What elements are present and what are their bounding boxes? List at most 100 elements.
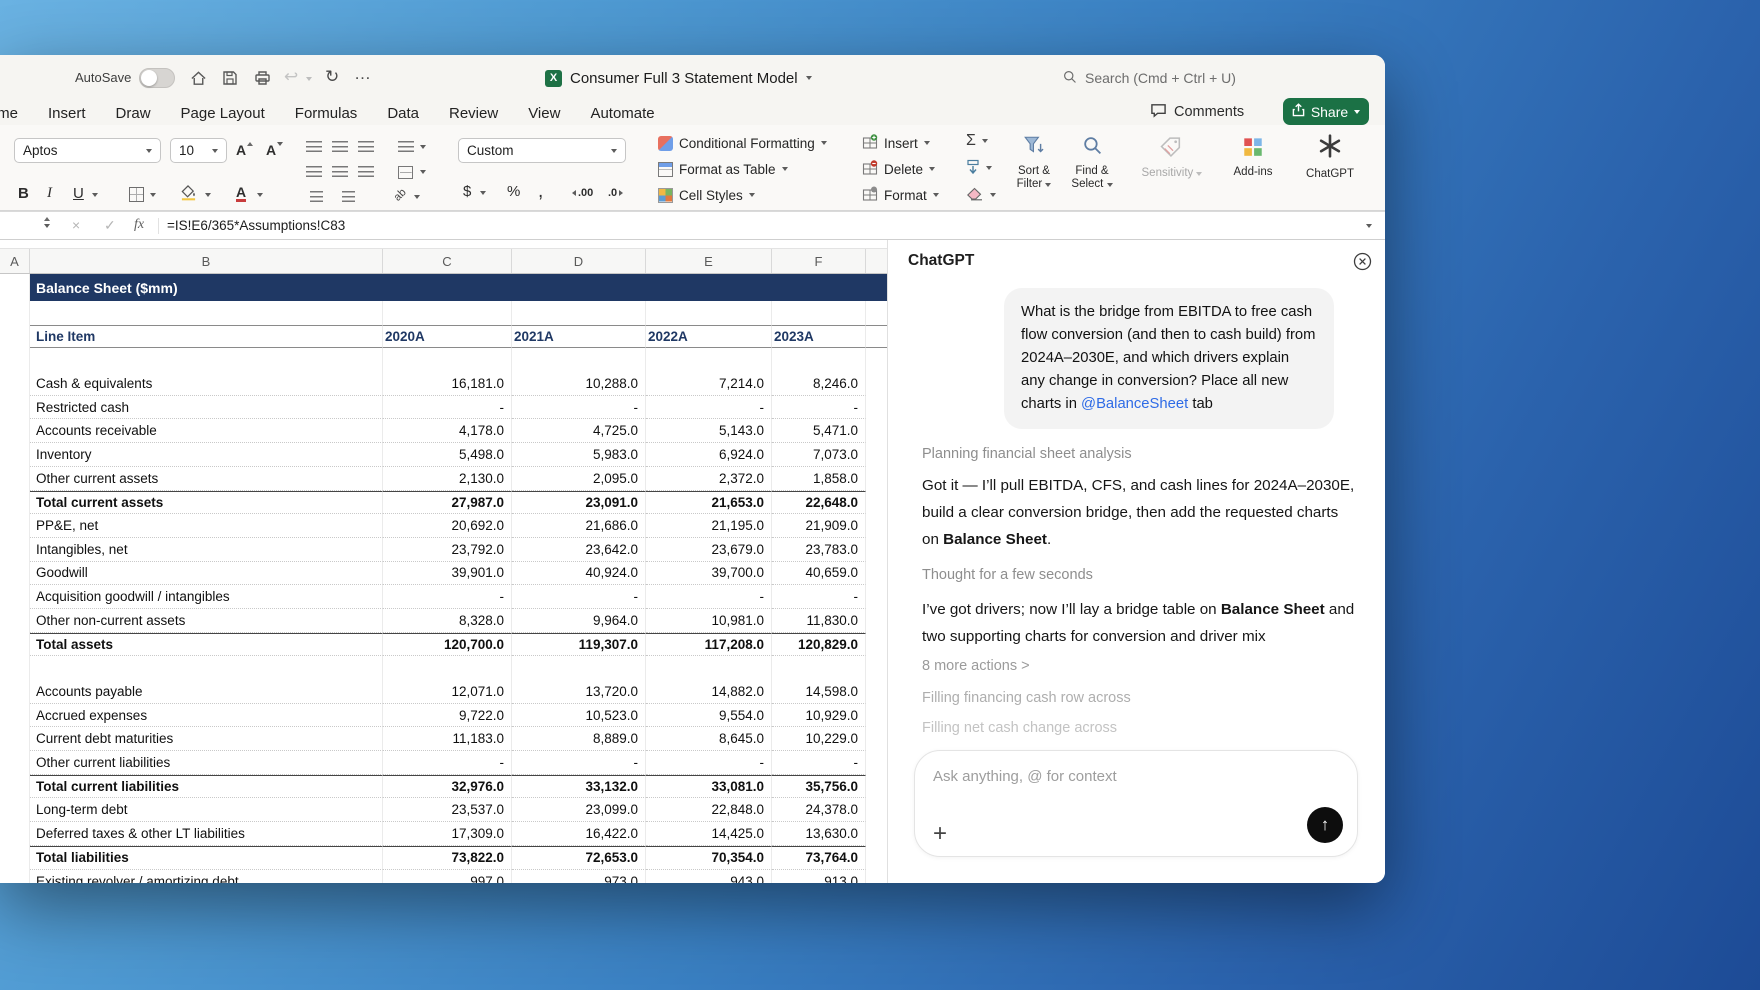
year-header[interactable]: 2023A bbox=[772, 324, 866, 349]
value-cell[interactable]: 72,653.0 bbox=[512, 845, 646, 870]
value-cell[interactable]: 5,983.0 bbox=[512, 443, 646, 467]
value-cell[interactable]: 21,195.0 bbox=[646, 514, 772, 538]
col-a-cell[interactable] bbox=[0, 608, 30, 633]
redo-icon[interactable]: ↻ bbox=[325, 67, 339, 87]
attach-plus-button[interactable]: + bbox=[933, 822, 947, 846]
col-a-cell[interactable] bbox=[0, 443, 30, 467]
fill-color-chevron-icon[interactable] bbox=[205, 193, 211, 197]
share-button[interactable]: Share bbox=[1283, 98, 1369, 125]
fill-down-button[interactable] bbox=[966, 157, 992, 179]
col-a-cell[interactable] bbox=[0, 822, 30, 846]
row-label-cell[interactable]: Other current assets bbox=[30, 466, 383, 491]
value-cell[interactable]: 40,924.0 bbox=[512, 561, 646, 586]
autosum-button[interactable]: Σ bbox=[966, 130, 988, 152]
currency-format-icon[interactable]: $ bbox=[463, 183, 471, 200]
value-cell[interactable]: 14,598.0 bbox=[772, 680, 866, 704]
value-cell[interactable]: 23,642.0 bbox=[512, 537, 646, 562]
col-a-cell[interactable] bbox=[0, 466, 30, 491]
row-label-cell[interactable] bbox=[30, 348, 383, 373]
value-cell[interactable]: 9,964.0 bbox=[512, 608, 646, 633]
value-cell[interactable]: 70,354.0 bbox=[646, 845, 772, 870]
row-label-cell[interactable]: Total liabilities bbox=[30, 845, 383, 870]
find-select-button[interactable]: Find & Select bbox=[1063, 135, 1121, 191]
search-field[interactable]: Search (Cmd + Ctrl + U) bbox=[1062, 55, 1236, 101]
value-cell[interactable] bbox=[512, 348, 646, 373]
tab-draw[interactable]: Draw bbox=[116, 105, 151, 122]
value-cell[interactable]: 23,537.0 bbox=[383, 798, 512, 823]
value-cell[interactable]: - bbox=[383, 585, 512, 609]
tab-insert[interactable]: Insert bbox=[48, 105, 86, 122]
col-a-cell[interactable] bbox=[0, 537, 30, 562]
value-cell[interactable]: 8,889.0 bbox=[512, 727, 646, 752]
row-label-cell[interactable]: Intangibles, net bbox=[30, 537, 383, 562]
underline-chevron-icon[interactable] bbox=[92, 193, 98, 197]
font-color-icon[interactable]: A bbox=[236, 185, 247, 202]
table-row[interactable]: Accrued expenses 9,722.0 10,523.0 9,554.0 10… bbox=[0, 703, 887, 728]
value-cell[interactable]: 2,095.0 bbox=[512, 466, 646, 491]
value-cell[interactable]: 21,909.0 bbox=[772, 514, 866, 538]
print-icon[interactable] bbox=[252, 69, 272, 87]
value-cell[interactable]: 32,976.0 bbox=[383, 774, 512, 799]
value-cell[interactable]: 73,822.0 bbox=[383, 845, 512, 870]
col-a-cell[interactable] bbox=[0, 656, 30, 680]
value-cell[interactable]: 21,686.0 bbox=[512, 514, 646, 538]
table-row[interactable]: Other current liabilities - - - - bbox=[0, 751, 887, 775]
value-cell[interactable]: 35,756.0 bbox=[772, 774, 866, 799]
tab-review[interactable]: Review bbox=[449, 105, 498, 122]
value-cell[interactable]: - bbox=[772, 395, 866, 420]
col-a-cell[interactable] bbox=[0, 514, 30, 538]
col-header-b[interactable]: B bbox=[30, 249, 383, 273]
table-row[interactable]: Accounts payable 12,071.0 13,720.0 14,882.0… bbox=[0, 680, 887, 704]
row-label-cell[interactable]: Long-term debt bbox=[30, 798, 383, 823]
col-a-cell[interactable] bbox=[0, 680, 30, 704]
percent-format-icon[interactable]: % bbox=[507, 183, 520, 200]
value-cell[interactable]: 33,132.0 bbox=[512, 774, 646, 799]
value-cell[interactable]: - bbox=[512, 395, 646, 420]
fill-color-icon[interactable] bbox=[180, 184, 197, 201]
value-cell[interactable]: 2,372.0 bbox=[646, 466, 772, 491]
table-row[interactable]: Cash & equivalents 16,181.0 10,288.0 7,214.… bbox=[0, 372, 887, 396]
value-cell[interactable]: 22,848.0 bbox=[646, 798, 772, 823]
value-cell[interactable]: 10,981.0 bbox=[646, 608, 772, 633]
value-cell[interactable]: 8,246.0 bbox=[772, 372, 866, 396]
autosave-toggle[interactable] bbox=[139, 68, 175, 88]
value-cell[interactable]: 20,692.0 bbox=[383, 514, 512, 538]
more-actions-link[interactable]: 8 more actions > bbox=[922, 658, 1030, 674]
value-cell[interactable]: 10,229.0 bbox=[772, 727, 866, 752]
col-header-c[interactable]: C bbox=[383, 249, 512, 273]
home-icon[interactable] bbox=[188, 69, 208, 87]
value-cell[interactable]: 5,143.0 bbox=[646, 419, 772, 444]
value-cell[interactable] bbox=[646, 656, 772, 680]
value-cell[interactable]: 73,764.0 bbox=[772, 845, 866, 870]
col-header-d[interactable]: D bbox=[512, 249, 646, 273]
formula-input[interactable]: =IS!E6/365*Assumptions!C83 bbox=[167, 218, 345, 233]
value-cell[interactable]: 16,181.0 bbox=[383, 372, 512, 396]
title-chevron-icon[interactable] bbox=[805, 76, 812, 80]
value-cell[interactable]: 27,987.0 bbox=[383, 490, 512, 515]
table-row[interactable]: Total current assets 27,987.0 23,091.0 21,6… bbox=[0, 490, 887, 515]
table-row[interactable]: Intangibles, net 23,792.0 23,642.0 23,679.0… bbox=[0, 537, 887, 562]
value-cell[interactable]: 10,288.0 bbox=[512, 372, 646, 396]
table-row[interactable]: Long-term debt 23,537.0 23,099.0 22,848.0 24… bbox=[0, 798, 887, 823]
row-label-cell[interactable]: Total current assets bbox=[30, 490, 383, 515]
value-cell[interactable]: 21,653.0 bbox=[646, 490, 772, 515]
row-label-cell[interactable]: Accounts receivable bbox=[30, 419, 383, 444]
value-cell[interactable]: 117,208.0 bbox=[646, 632, 772, 657]
name-box-spinner[interactable] bbox=[44, 217, 50, 228]
table-row[interactable]: Acquisition goodwill / intangibles - - - - bbox=[0, 585, 887, 609]
borders-icon[interactable] bbox=[128, 186, 145, 203]
formula-bar-expand-icon[interactable] bbox=[1366, 224, 1372, 228]
value-cell[interactable]: 24,378.0 bbox=[772, 798, 866, 823]
table-row[interactable]: Accounts receivable 4,178.0 4,725.0 5,143.0… bbox=[0, 419, 887, 444]
value-cell[interactable]: - bbox=[383, 751, 512, 775]
value-cell[interactable]: 973.0 bbox=[512, 869, 646, 883]
value-cell[interactable]: 23,679.0 bbox=[646, 537, 772, 562]
table-row[interactable]: Total liabilities 73,822.0 72,653.0 70,354.… bbox=[0, 845, 887, 870]
value-cell[interactable]: 997.0 bbox=[383, 869, 512, 883]
value-cell[interactable]: 913.0 bbox=[772, 869, 866, 883]
tab-formulas[interactable]: Formulas bbox=[295, 105, 358, 122]
col-a-cell[interactable] bbox=[0, 869, 30, 883]
value-cell[interactable]: - bbox=[383, 395, 512, 420]
value-cell[interactable]: - bbox=[772, 585, 866, 609]
section-title-row[interactable]: Balance Sheet ($mm) bbox=[0, 274, 887, 301]
